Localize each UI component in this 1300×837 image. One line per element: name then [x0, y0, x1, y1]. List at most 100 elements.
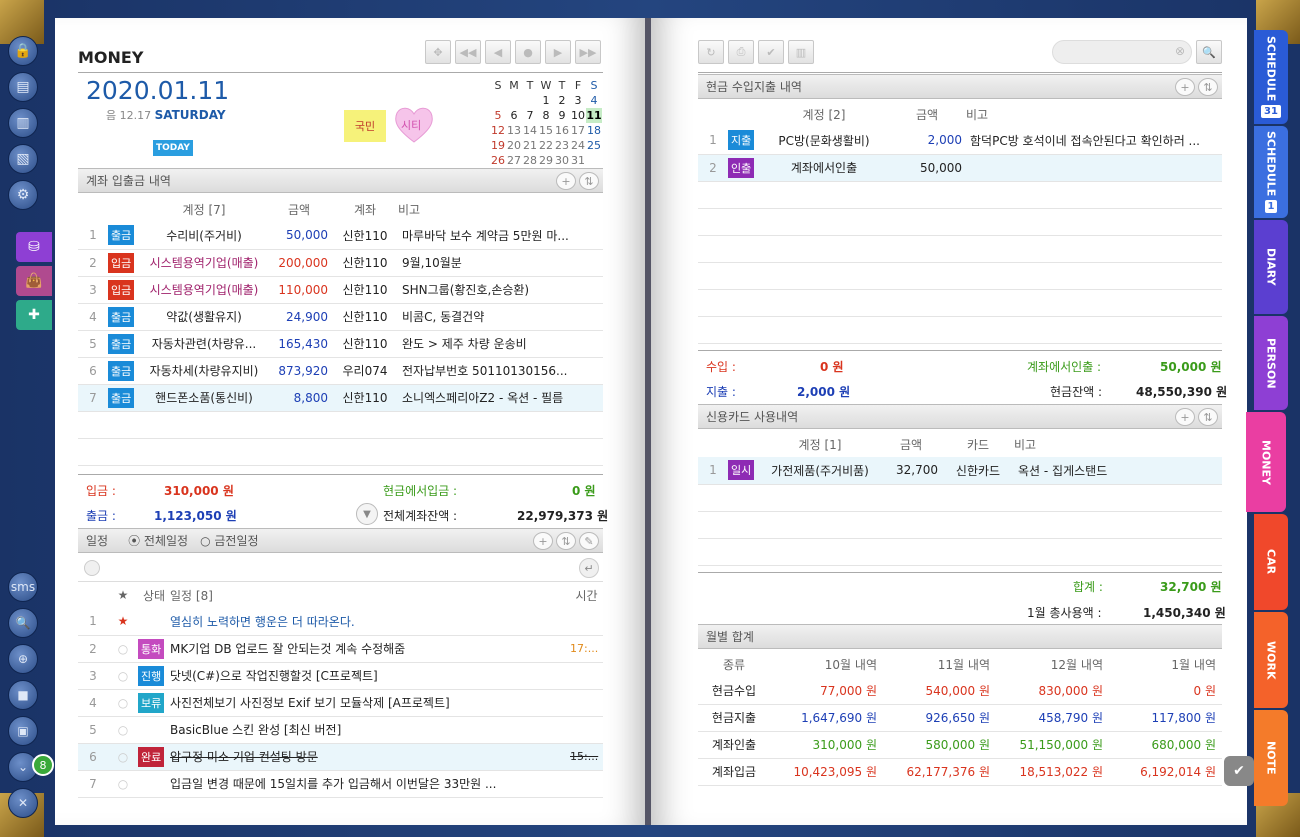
- table-row[interactable]: 5 출금 자동차관련(차량유... 165,430 신한110 완도 > 제주 차량 운송…: [78, 330, 603, 358]
- puzzle-icon[interactable]: ✚: [16, 300, 52, 330]
- calendar-day[interactable]: 17: [570, 123, 586, 138]
- table-row[interactable]: 4 출금 약값(생활유지) 24,900 신한110 비콤C, 동결건약: [78, 303, 603, 331]
- add-icon[interactable]: +: [1175, 408, 1195, 426]
- table-row[interactable]: 3 ○ 진행 닷넷(C#)으로 작업진행할것 [C프로젝트]: [78, 662, 603, 690]
- prev-icon[interactable]: ◀: [485, 40, 511, 64]
- sort-icon[interactable]: ⇅: [579, 172, 599, 190]
- calendar-day[interactable]: 4: [586, 93, 602, 108]
- schedule-input-row[interactable]: ↵: [78, 556, 603, 582]
- database-icon[interactable]: ⛁: [16, 232, 52, 262]
- calendar-day[interactable]: 26: [490, 153, 506, 168]
- dropdown-icon[interactable]: ▼: [356, 503, 378, 525]
- rewind-icon[interactable]: ◀◀: [455, 40, 481, 64]
- gear-icon[interactable]: ⚙: [8, 180, 38, 210]
- table-row[interactable]: 6 출금 자동차세(차량유지비) 873,920 우리074 전자납부번호 5011013…: [78, 357, 603, 385]
- zoom-in-icon[interactable]: ⊕: [8, 644, 38, 674]
- add-icon[interactable]: +: [533, 532, 553, 550]
- sticky-note[interactable]: 국민: [344, 110, 386, 142]
- table-row[interactable]: 6 ○ 완료 압구정 미소 기업 컨설팅 방문 15:...: [78, 743, 603, 771]
- move-icon[interactable]: ✥: [425, 40, 451, 64]
- table-row[interactable]: 7 ○ 입금일 변경 때문에 15일치를 추가 입금해서 이번달은 33만원 ...: [78, 770, 603, 798]
- calendar-day[interactable]: 10: [570, 108, 586, 123]
- calendar-day[interactable]: 9: [554, 108, 570, 123]
- calendar-day[interactable]: 5: [490, 108, 506, 123]
- tab-money[interactable]: MONEY: [1246, 412, 1286, 512]
- sort-icon[interactable]: ⇅: [1198, 408, 1218, 426]
- search-icon[interactable]: 🔍: [8, 608, 38, 638]
- calendar-day[interactable]: 14: [522, 123, 538, 138]
- table-row[interactable]: 2 ○ 통화 MK기업 DB 업로드 잘 안되는것 계속 수정해줌 17:...: [78, 635, 603, 663]
- chart-icon[interactable]: ▥: [788, 40, 814, 64]
- calendar-day[interactable]: 28: [522, 153, 538, 168]
- calendar-day[interactable]: 15: [538, 123, 554, 138]
- calendar-day[interactable]: 16: [554, 123, 570, 138]
- calendar-day[interactable]: 12: [490, 123, 506, 138]
- circle-icon[interactable]: [84, 560, 100, 576]
- person-icon[interactable]: ●: [515, 40, 541, 64]
- table-row[interactable]: 1 출금 수리비(주거비) 50,000 신한110 마루바닥 보수 계약금 5만원 마.…: [78, 222, 603, 250]
- tab-schedule[interactable]: SCHEDULE 31: [1254, 30, 1288, 124]
- sms-button[interactable]: sms: [8, 572, 38, 602]
- calendar-day[interactable]: 18: [586, 123, 602, 138]
- check-circle-icon[interactable]: ✔: [1224, 756, 1254, 786]
- table-row[interactable]: 1 ★ 열심히 노력하면 행운은 더 따라온다.: [78, 608, 603, 636]
- table-row[interactable]: 1 일시 가전제품(주거비품) 32,700 신한카드 옥션 - 집게스탠드: [698, 457, 1222, 485]
- next-icon[interactable]: ▶: [545, 40, 571, 64]
- calendar-day[interactable]: 3: [570, 93, 586, 108]
- add-icon[interactable]: +: [1175, 78, 1195, 96]
- enter-icon[interactable]: ↵: [579, 558, 599, 578]
- table-row[interactable]: 4 ○ 보류 사진전체보기 사진정보 Exif 보기 모듈삭제 [A프로젝트]: [78, 689, 603, 717]
- table-row[interactable]: 5 ○ BasicBlue 스킨 완성 [최신 버전]: [78, 716, 603, 744]
- calendar-day[interactable]: [506, 93, 522, 108]
- today-button[interactable]: TODAY: [153, 140, 193, 156]
- refresh-icon[interactable]: ↻: [698, 40, 724, 64]
- table-row[interactable]: 2 인출 계좌에서인출 50,000: [698, 154, 1222, 182]
- clear-icon[interactable]: ⊗: [1175, 44, 1185, 58]
- radio-money[interactable]: ○ 금전일정: [200, 532, 258, 549]
- panel-right-icon[interactable]: ▥: [8, 108, 38, 138]
- search-icon[interactable]: 🔍: [1196, 40, 1222, 64]
- tab-note[interactable]: NOTE: [1254, 710, 1288, 806]
- book-icon[interactable]: ▤: [8, 72, 38, 102]
- square-icon[interactable]: ■: [8, 680, 38, 710]
- calendar-day[interactable]: [490, 93, 506, 108]
- calendar-day[interactable]: 11: [586, 108, 602, 123]
- table-row[interactable]: 2 입금 시스템용역기업(매출) 200,000 신한110 9월,10월분: [78, 249, 603, 277]
- calendar-day[interactable]: 19: [490, 138, 506, 153]
- table-row[interactable]: 현금수입 77,000 원 540,000 원 830,000 원0 원: [698, 677, 1222, 705]
- sort-icon[interactable]: ⇅: [556, 532, 576, 550]
- tab-person[interactable]: PERSON: [1254, 316, 1288, 410]
- table-row[interactable]: 계좌인출 310,000 원 580,000 원 51,150,000 원 680,00…: [698, 731, 1222, 759]
- radio-all[interactable]: ⦿ 전체일정: [128, 532, 188, 549]
- calendar-day[interactable]: [586, 153, 602, 168]
- table-row[interactable]: 현금지출 1,647,690 원 926,650 원 458,790 원 117,800…: [698, 704, 1222, 732]
- close-icon[interactable]: ✕: [8, 788, 38, 818]
- calendar-day[interactable]: 30: [554, 153, 570, 168]
- calendar-day[interactable]: 1: [538, 93, 554, 108]
- edit-icon[interactable]: ✎: [579, 532, 599, 550]
- add-icon[interactable]: +: [556, 172, 576, 190]
- calendar-day[interactable]: 27: [506, 153, 522, 168]
- table-row[interactable]: 1 지출 PC방(문화생활비) 2,000 함덕PC방 호석이네 접속안된다고 확인하러…: [698, 127, 1222, 155]
- calendar-day[interactable]: 8: [538, 108, 554, 123]
- calendar-day[interactable]: 13: [506, 123, 522, 138]
- calendar-day[interactable]: 25: [586, 138, 602, 153]
- calendar-day[interactable]: 23: [554, 138, 570, 153]
- calendar-day[interactable]: 22: [538, 138, 554, 153]
- table-row[interactable]: 3 입금 시스템용역기업(매출) 110,000 신한110 SHN그룹(황진호,손승환): [78, 276, 603, 304]
- check-icon[interactable]: ✔: [758, 40, 784, 64]
- shopping-bag-icon[interactable]: 👜: [16, 266, 52, 296]
- calendar-day[interactable]: 2: [554, 93, 570, 108]
- table-row[interactable]: 7 출금 핸드폰소품(통신비) 8,800 신한110 소니엑스페리아Z2 - 옥션 - …: [78, 384, 603, 412]
- panel-left-icon[interactable]: ▧: [8, 144, 38, 174]
- fast-forward-icon[interactable]: ▶▶: [575, 40, 601, 64]
- tab-diary[interactable]: DIARY: [1254, 220, 1288, 314]
- search-input[interactable]: ⊗: [1052, 40, 1192, 64]
- tab-work[interactable]: WORK: [1254, 612, 1288, 708]
- lock-icon[interactable]: 🔒: [8, 36, 38, 66]
- tab-car[interactable]: CAR: [1254, 514, 1288, 610]
- table-row[interactable]: 계좌입금 10,423,095 원 62,177,376 원 18,513,022 원…: [698, 758, 1222, 786]
- heart-note[interactable]: 시티: [393, 104, 435, 144]
- calendar-day[interactable]: 29: [538, 153, 554, 168]
- calendar-day[interactable]: 6: [506, 108, 522, 123]
